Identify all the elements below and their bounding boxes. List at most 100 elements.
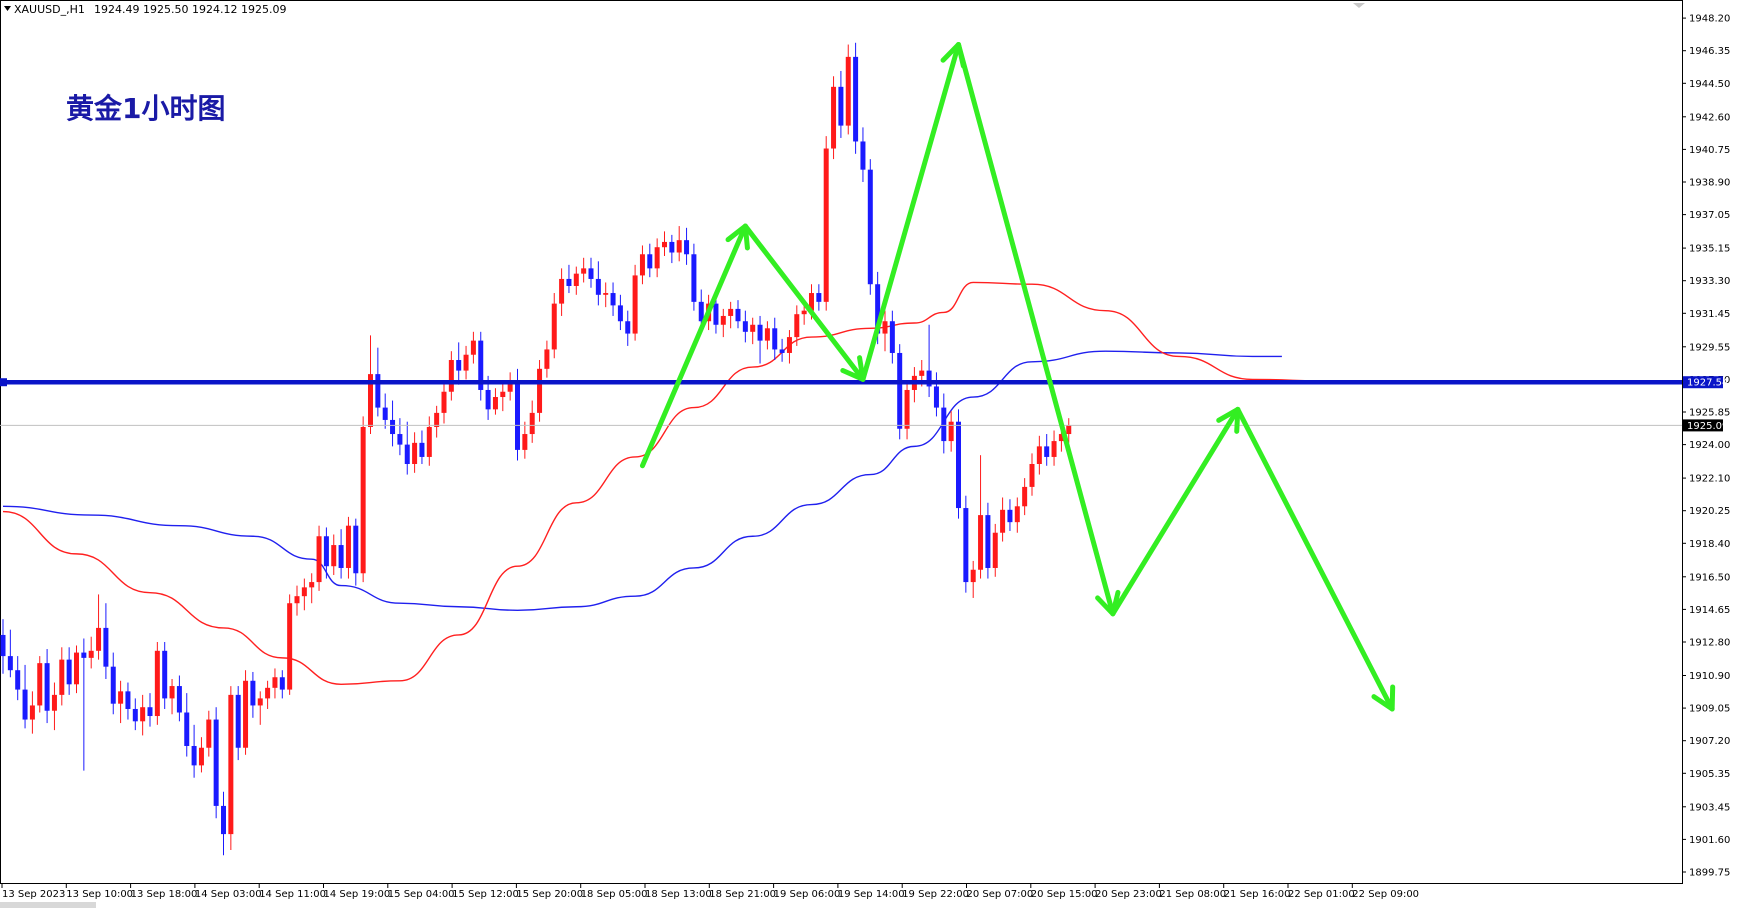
candle-body bbox=[559, 278, 565, 304]
y-tick-label: 1933.30 bbox=[1689, 276, 1730, 287]
x-tick-label: 19 Sep 06:00 bbox=[774, 889, 841, 900]
x-tick-label: 21 Sep 08:00 bbox=[1159, 889, 1226, 900]
candle-body bbox=[0, 634, 6, 657]
candle-body bbox=[617, 305, 623, 322]
candle bbox=[845, 44, 851, 135]
y-tick-label: 1920.25 bbox=[1689, 506, 1730, 517]
candle bbox=[243, 670, 249, 755]
candle-body bbox=[728, 308, 734, 316]
x-tick-label: 14 Sep 19:00 bbox=[324, 889, 391, 900]
candle-body bbox=[933, 386, 939, 408]
candle-body bbox=[206, 719, 212, 748]
candle-body bbox=[1044, 446, 1050, 457]
candle-body bbox=[441, 391, 447, 413]
candle-body bbox=[889, 321, 895, 353]
candle-body bbox=[853, 56, 859, 142]
candle-body bbox=[279, 677, 285, 690]
x-tick-label: 13 Sep 18:00 bbox=[131, 889, 198, 900]
candle-body bbox=[544, 349, 550, 369]
candle-body bbox=[684, 240, 690, 255]
candle-body bbox=[1000, 509, 1006, 533]
candle-body bbox=[382, 407, 388, 420]
candle-body bbox=[15, 670, 21, 690]
candle-body bbox=[551, 303, 557, 350]
x-tick-label: 15 Sep 20:00 bbox=[516, 889, 583, 900]
y-tick-label: 1937.05 bbox=[1689, 210, 1730, 221]
candle-body bbox=[375, 374, 381, 408]
candle-body bbox=[184, 712, 190, 746]
current-price-badge-label: 1925.09 bbox=[1687, 421, 1728, 432]
candle-body bbox=[345, 525, 351, 568]
candle-body bbox=[1066, 425, 1072, 435]
candle-body bbox=[412, 442, 418, 464]
y-tick-label: 1914.65 bbox=[1689, 605, 1730, 616]
candle-body bbox=[838, 86, 844, 126]
candle-body bbox=[720, 315, 726, 325]
x-tick-label: 19 Sep 14:00 bbox=[838, 889, 905, 900]
candle-body bbox=[515, 382, 520, 450]
candle-body bbox=[59, 659, 65, 695]
time-axis[interactable]: 13 Sep 2023 13 Sep 10:0013 Sep 18:0014 Se… bbox=[0, 883, 1419, 908]
candle bbox=[823, 136, 829, 311]
candle-body bbox=[779, 349, 785, 353]
candle-body bbox=[573, 273, 579, 286]
candle bbox=[867, 159, 873, 295]
x-tick-label: 20 Sep 07:00 bbox=[967, 889, 1034, 900]
candle-body bbox=[1022, 486, 1028, 507]
candle-body bbox=[603, 293, 609, 295]
candle-body bbox=[529, 412, 535, 435]
candle-body bbox=[713, 303, 719, 325]
y-tick-label: 1931.45 bbox=[1689, 309, 1730, 320]
candle-body bbox=[992, 532, 998, 568]
candle-body bbox=[985, 515, 991, 568]
candle-body bbox=[676, 240, 682, 253]
y-tick-label: 1912.80 bbox=[1689, 638, 1730, 649]
candle-body bbox=[801, 310, 807, 315]
y-tick-label: 1909.05 bbox=[1689, 704, 1730, 715]
candle-body bbox=[316, 536, 322, 583]
candle-body bbox=[970, 569, 976, 583]
candle-body bbox=[272, 677, 278, 688]
y-tick-label: 1905.35 bbox=[1689, 769, 1730, 780]
candle-body bbox=[191, 745, 197, 766]
candle-body bbox=[426, 426, 432, 457]
x-tick-label: 13 Sep 2023 bbox=[2, 889, 65, 900]
candle-body bbox=[956, 421, 961, 509]
price-axis[interactable]: 1948.20 1946.35 1944.50 1942.60 1940.75 1938.… bbox=[1682, 14, 1730, 879]
candle-body bbox=[904, 389, 910, 429]
candle bbox=[228, 686, 234, 850]
y-tick-label: 1935.15 bbox=[1689, 244, 1730, 255]
candle-body bbox=[941, 407, 947, 442]
candle-body bbox=[669, 241, 675, 253]
candle bbox=[287, 594, 293, 695]
candle-body bbox=[742, 321, 748, 332]
candle bbox=[37, 656, 43, 713]
candle-body bbox=[110, 666, 116, 704]
candle-body bbox=[37, 663, 43, 706]
candle-body bbox=[397, 434, 403, 445]
chart-title: 黄金1小时图 bbox=[66, 92, 225, 125]
y-tick-label: 1922.10 bbox=[1689, 474, 1730, 485]
candle-body bbox=[816, 293, 822, 302]
candle-body bbox=[96, 627, 102, 651]
candle-body bbox=[632, 275, 638, 334]
candle-body bbox=[610, 293, 616, 306]
y-tick-label: 1899.75 bbox=[1689, 868, 1730, 879]
y-tick-label: 1940.75 bbox=[1689, 145, 1730, 156]
level-price-badge-label: 1927.54 bbox=[1687, 378, 1728, 389]
candle-body bbox=[823, 148, 829, 302]
candle-body bbox=[860, 141, 866, 170]
candle-body bbox=[978, 515, 984, 570]
candle bbox=[831, 76, 837, 160]
candle-body bbox=[1051, 441, 1057, 457]
candle-body bbox=[287, 603, 293, 690]
candle-body bbox=[735, 308, 741, 322]
candle-body bbox=[456, 360, 462, 371]
candle-body bbox=[882, 321, 888, 334]
candle-body bbox=[492, 397, 498, 410]
candle-body bbox=[897, 352, 903, 429]
candle-body bbox=[691, 254, 697, 302]
plot-frame bbox=[0, 0, 1683, 884]
x-tick-label: 22 Sep 01:00 bbox=[1288, 889, 1355, 900]
candle-body bbox=[625, 321, 631, 334]
